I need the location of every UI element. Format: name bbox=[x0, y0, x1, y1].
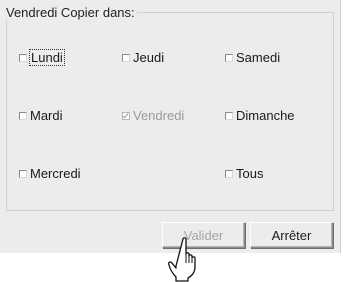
checkbox-box[interactable] bbox=[19, 111, 27, 120]
checkbox-label-tous: Tous bbox=[236, 166, 264, 181]
checkbox-box[interactable] bbox=[19, 169, 27, 178]
checkbox-mercredi[interactable]: Mercredi bbox=[19, 166, 81, 181]
checkbox-box[interactable] bbox=[122, 53, 130, 62]
checkbox-mardi[interactable]: Mardi bbox=[19, 108, 63, 123]
checkbox-label-samedi: Samedi bbox=[236, 50, 281, 65]
checkbox-tous[interactable]: Tous bbox=[225, 166, 263, 181]
group-title-wrapper: Vendredi Copier dans: bbox=[4, 4, 137, 20]
checkbox-box[interactable] bbox=[225, 53, 233, 62]
hand-pointer-icon bbox=[168, 237, 196, 282]
copy-days-dialog: Vendredi Copier dans: Lundi Jeudi Samedi… bbox=[0, 0, 341, 253]
checkbox-box[interactable] bbox=[225, 169, 233, 178]
checkbox-label-jeudi: Jeudi bbox=[133, 50, 165, 65]
checkbox-vendredi: Vendredi bbox=[122, 108, 184, 123]
checkbox-label-mercredi: Mercredi bbox=[30, 166, 81, 181]
checkbox-dimanche[interactable]: Dimanche bbox=[225, 108, 295, 123]
checkbox-label-dimanche: Dimanche bbox=[236, 108, 295, 123]
checkbox-label-mardi: Mardi bbox=[30, 108, 63, 123]
checkbox-label-vendredi: Vendredi bbox=[133, 108, 185, 123]
checkbox-jeudi[interactable]: Jeudi bbox=[122, 50, 164, 65]
group-title: Vendredi Copier dans: bbox=[6, 5, 135, 20]
checkbox-label-lundi: Lundi bbox=[29, 49, 65, 66]
checkbox-lundi[interactable]: Lundi bbox=[19, 49, 65, 66]
checkbox-box[interactable] bbox=[19, 53, 27, 62]
checkbox-box[interactable] bbox=[225, 111, 233, 120]
checkbox-box-checked bbox=[122, 111, 130, 120]
checkbox-samedi[interactable]: Samedi bbox=[225, 50, 280, 65]
stop-button[interactable]: Arrêter bbox=[250, 222, 333, 248]
